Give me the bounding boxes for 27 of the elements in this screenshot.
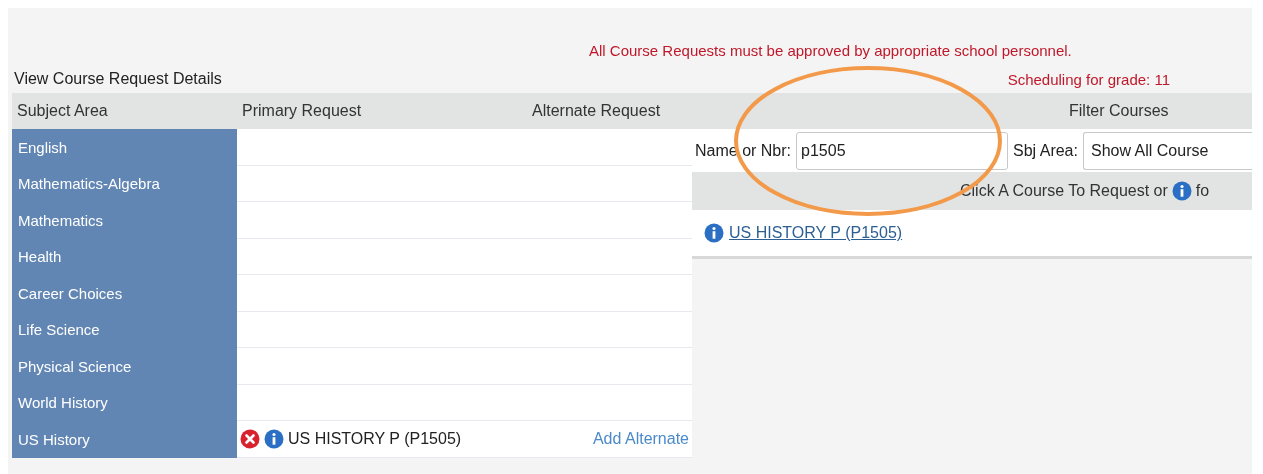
- column-header: Subject Area: [16, 102, 109, 120]
- filter-title: Filter Courses: [1068, 102, 1169, 120]
- add-alternate-link[interactable]: Add Alternate: [570, 429, 692, 448]
- subject-cell: Physical Science: [12, 348, 237, 385]
- subject-cell: Career Choices: [12, 275, 237, 312]
- hint-text: fo: [1195, 182, 1210, 200]
- name-field[interactable]: p1505: [796, 131, 1009, 170]
- subject-cell: English: [12, 129, 237, 166]
- subject-cell: Health: [12, 238, 237, 275]
- course-name: US HISTORY P (P1505): [288, 429, 462, 448]
- column-header: Alternate Request: [532, 102, 662, 120]
- column-header: Primary Request: [241, 102, 363, 120]
- subject-cell: Mathematics: [12, 202, 237, 239]
- area-label: Sbj Area:: [1013, 141, 1078, 160]
- info-icon[interactable]: [704, 223, 724, 243]
- grade-notice: Scheduling for grade: 11: [1007, 71, 1170, 88]
- subject-cell: World History: [12, 384, 237, 421]
- remove-icon[interactable]: [240, 428, 260, 449]
- subject-cell: Life Science: [12, 311, 237, 348]
- approval-notice: All Course Requests must be approved by appropriate school personnel.: [589, 42, 1072, 59]
- area-select[interactable]: Show All Course: [1082, 131, 1252, 170]
- info-icon[interactable]: [264, 428, 284, 449]
- course-link[interactable]: US HISTORY P (P1505): [729, 224, 903, 242]
- section-title: View Course Request Details: [14, 70, 222, 88]
- subject-cell: US History: [12, 421, 237, 458]
- info-icon[interactable]: [1171, 181, 1192, 201]
- subject-cell: Mathematics-Algebra: [12, 165, 237, 202]
